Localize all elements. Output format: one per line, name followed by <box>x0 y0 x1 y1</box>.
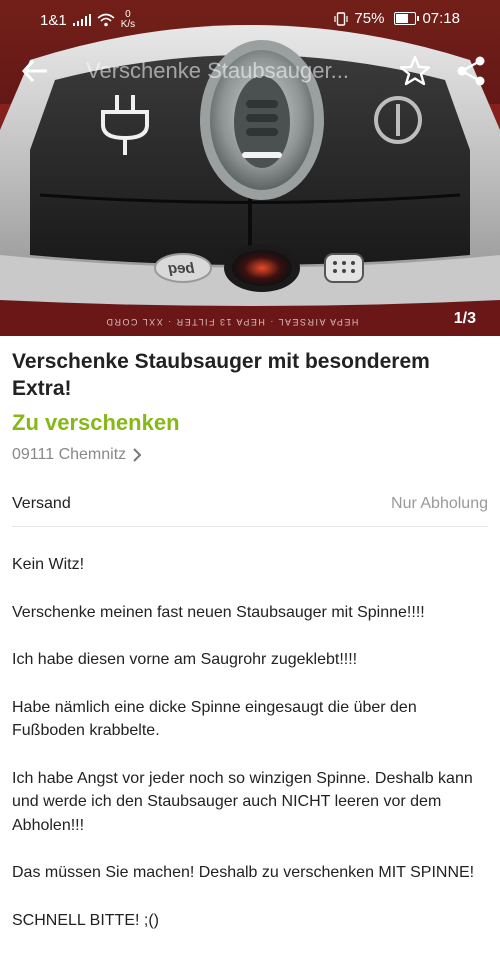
back-arrow-icon[interactable] <box>18 54 52 88</box>
battery-icon <box>394 12 420 25</box>
status-bar: 1&1 0 K/s 75% 07:18 <box>0 0 500 38</box>
shipping-row: Versand Nur Abholung <box>12 482 488 527</box>
signal-icon <box>72 14 91 26</box>
description-paragraph: Das müssen Sie machen! Deshalb zu versch… <box>12 864 475 881</box>
carrier-name: 1&1 <box>40 11 67 29</box>
network-speed: 0 K/s <box>121 10 135 30</box>
ad-description: Kein Witz! Verschenke meinen fast neuen … <box>12 553 492 956</box>
brand-logo-text: beq <box>168 260 195 277</box>
shipping-value: Nur Abholung <box>391 495 488 512</box>
image-counter: 1/3 <box>453 310 476 327</box>
clock: 07:18 <box>422 10 460 27</box>
wifi-icon <box>97 13 115 27</box>
vibrate-icon <box>334 11 349 26</box>
shipping-label: Versand <box>12 495 71 512</box>
description-paragraph: Habe nämlich eine dicke Spinne eingesaug… <box>12 698 417 740</box>
ad-location: 09111 Chemnitz <box>12 446 127 463</box>
description-paragraph: Kein Witz! <box>12 556 85 573</box>
network-speed-unit: K/s <box>120 19 136 30</box>
image-gallery[interactable]: beq HEPA AIRSEAL · HEPA 13 FILTER · XXL … <box>0 0 500 336</box>
star-icon[interactable] <box>398 54 432 88</box>
share-icon[interactable] <box>455 54 487 88</box>
ad-header: Verschenke Staubsauger mit besonderem Ex… <box>12 348 488 464</box>
ad-title: Verschenke Staubsauger mit besonderem Ex… <box>12 350 430 400</box>
chevron-right-icon <box>133 448 142 462</box>
ad-location-link[interactable]: 09111 Chemnitz <box>12 446 488 464</box>
battery-percent: 75% <box>354 10 385 27</box>
ad-price: Zu verschenken <box>12 410 180 435</box>
description-paragraph: Verschenke meinen fast neuen Staubsauger… <box>12 603 425 621</box>
description-paragraph: Ich habe Angst vor jeder noch so winzige… <box>12 769 473 834</box>
device-printed-text: HEPA AIRSEAL · HEPA 13 FILTER · XXL CORD <box>105 317 359 327</box>
description-paragraph: SCHNELL BITTE! ;() <box>12 911 159 929</box>
app-bar-title: Verschenke Staubsauger... <box>86 58 349 83</box>
app-bar: Verschenke Staubsauger... <box>0 38 500 104</box>
description-paragraph: Ich habe diesen vorne am Saugrohr zugekl… <box>12 651 358 668</box>
